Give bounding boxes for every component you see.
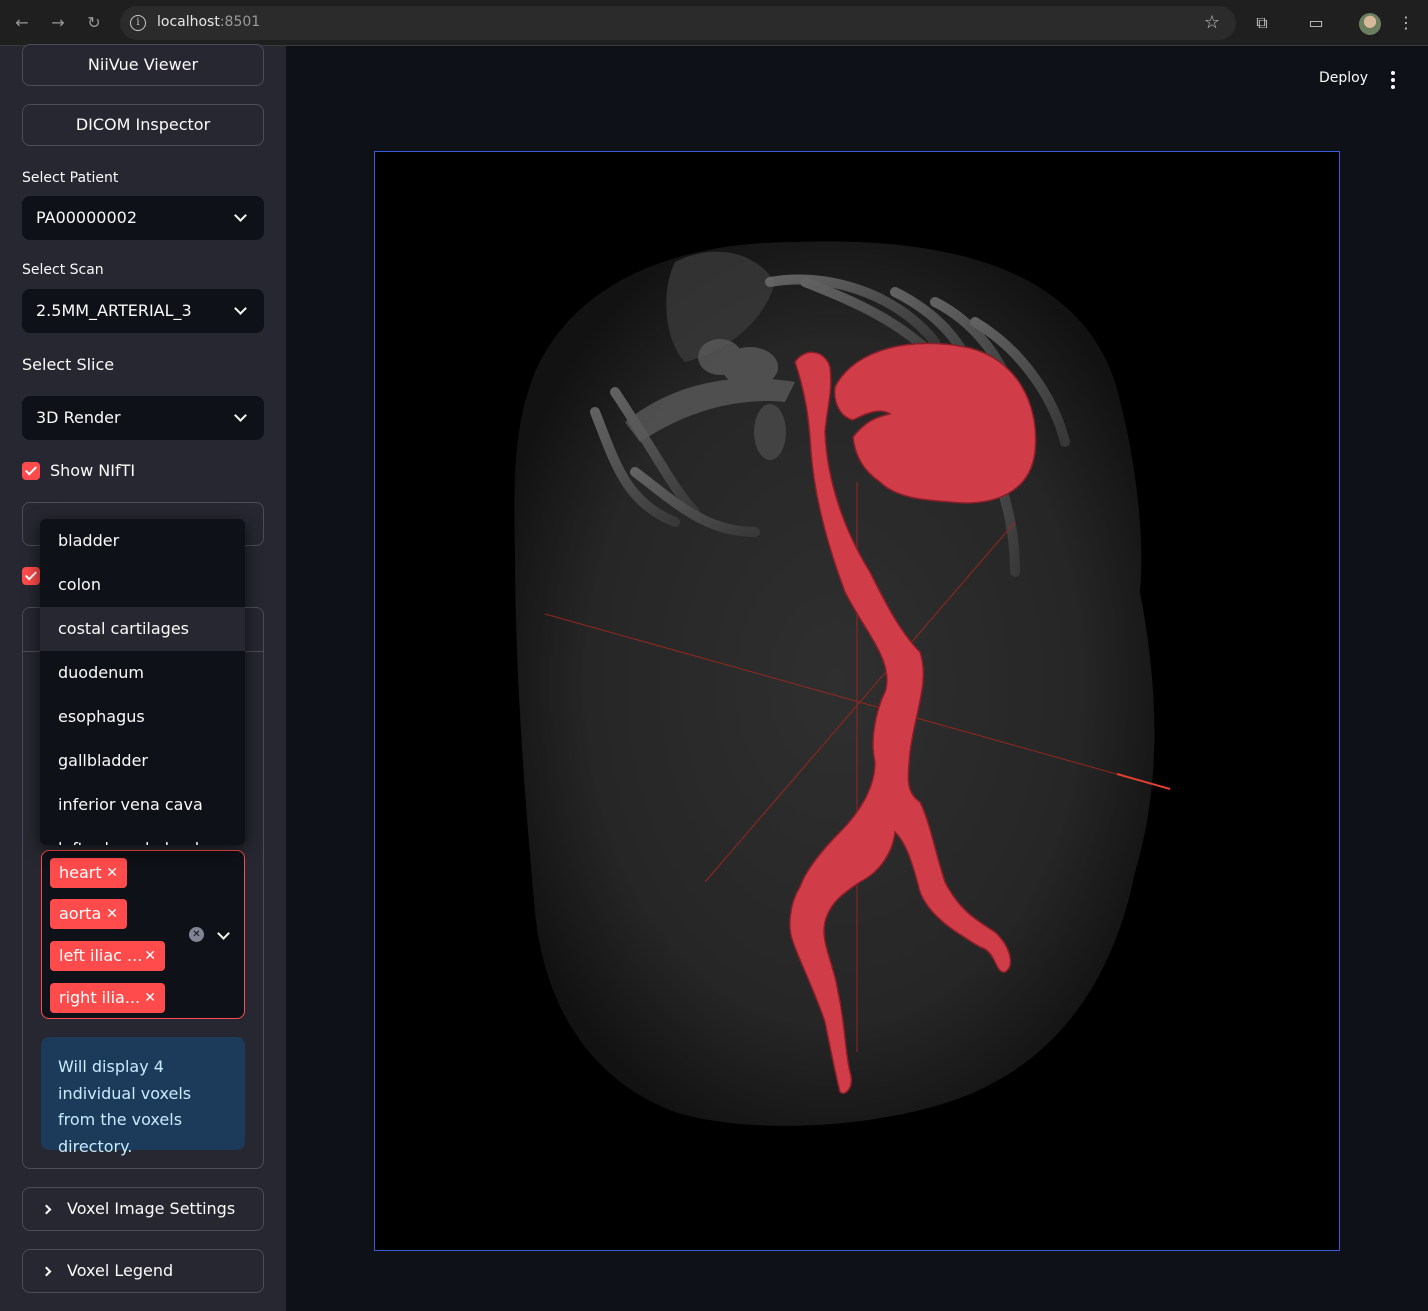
dicom-inspector-button[interactable]: DICOM Inspector <box>22 104 264 146</box>
expander-title: Voxel Legend <box>67 1261 174 1280</box>
voxel-options-dropdown[interactable]: bladder colon costal cartilages duodenum… <box>40 519 245 845</box>
select-scan-label: Select Scan <box>22 262 104 278</box>
browser-toolbar: ← → ↻ i localhost:8501 ☆ ⧉ ▭ ⋮ <box>0 0 1428 46</box>
tag-label: aorta <box>59 904 102 923</box>
selected-tag: right ilia... ✕ <box>50 983 165 1013</box>
clear-all-icon[interactable]: ✕ <box>189 927 204 942</box>
info-alert-text: Will display 4 individual voxels from th… <box>58 1057 192 1156</box>
selected-tag: heart ✕ <box>50 858 127 888</box>
chevron-down-icon <box>234 302 247 315</box>
cast-search-icon[interactable]: ▭ <box>1304 11 1328 35</box>
dropdown-option[interactable]: inferior vena cava <box>40 783 245 827</box>
show-nifti-checkbox[interactable] <box>22 462 40 480</box>
slice-select-value: 3D Render <box>36 408 121 427</box>
dropdown-option[interactable]: colon <box>40 563 245 607</box>
remove-tag-icon[interactable]: ✕ <box>106 858 118 888</box>
tag-label: right ilia... <box>59 988 141 1007</box>
remove-tag-icon[interactable]: ✕ <box>144 941 156 971</box>
deploy-button[interactable]: Deploy <box>1319 70 1368 86</box>
patient-select[interactable]: PA00000002 <box>22 196 264 240</box>
voxel-legend-expander[interactable]: Voxel Legend <box>22 1249 264 1293</box>
info-alert: Will display 4 individual voxels from th… <box>41 1037 245 1156</box>
remove-tag-icon[interactable]: ✕ <box>144 983 156 1013</box>
site-info-icon[interactable]: i <box>130 15 146 31</box>
dropdown-option-highlighted[interactable]: costal cartilages <box>40 607 245 651</box>
chevron-down-icon <box>234 409 247 422</box>
main-menu-icon[interactable] <box>1389 71 1397 89</box>
address-bar[interactable]: i localhost:8501 ☆ <box>120 6 1236 40</box>
forward-arrow-icon[interactable]: → <box>47 12 69 34</box>
show-nifti-label: Show NIfTI <box>50 461 136 480</box>
select-patient-label: Select Patient <box>22 170 119 186</box>
remove-tag-icon[interactable]: ✕ <box>106 899 118 929</box>
selected-tag: aorta ✕ <box>50 899 127 929</box>
tag-label: heart <box>59 863 102 882</box>
dropdown-option[interactable]: duodenum <box>40 651 245 695</box>
chevron-down-icon <box>234 209 247 222</box>
back-arrow-icon[interactable]: ← <box>11 12 33 34</box>
patient-select-value: PA00000002 <box>36 208 138 227</box>
expander-title: Voxel Image Settings <box>67 1199 236 1218</box>
niivue-viewer-button[interactable]: NiiVue Viewer <box>22 44 264 86</box>
extensions-icon[interactable]: ⧉ <box>1250 11 1274 35</box>
bookmark-star-icon[interactable]: ☆ <box>1204 12 1220 33</box>
tag-label: left iliac ... <box>59 946 143 965</box>
dropdown-option[interactable]: left adrenal gland <box>40 827 245 845</box>
voxel-checkbox[interactable] <box>22 567 40 585</box>
url-text: localhost:8501 <box>157 14 261 30</box>
selected-tag: left iliac ... ✕ <box>50 941 165 971</box>
slice-select[interactable]: 3D Render <box>22 396 264 440</box>
dropdown-option[interactable]: gallbladder <box>40 739 245 783</box>
dropdown-option[interactable]: bladder <box>40 519 245 563</box>
chevron-right-icon <box>41 1266 52 1277</box>
scan-select-value: 2.5MM_ARTERIAL_3 <box>36 301 192 320</box>
select-slice-label: Select Slice <box>22 355 115 374</box>
ct-3d-render <box>514 241 1171 1126</box>
dropdown-option[interactable]: esophagus <box>40 695 245 739</box>
voxel-multiselect[interactable]: heart ✕ aorta ✕ left iliac ... ✕ right i… <box>41 850 245 1019</box>
chevron-down-icon[interactable] <box>217 927 230 940</box>
niivue-canvas[interactable] <box>374 151 1340 1251</box>
chevron-right-icon <box>41 1204 52 1215</box>
browser-menu-icon[interactable]: ⋮ <box>1394 11 1418 35</box>
profile-avatar[interactable] <box>1359 13 1381 35</box>
reload-icon[interactable]: ↻ <box>83 12 105 34</box>
scan-select[interactable]: 2.5MM_ARTERIAL_3 <box>22 289 264 333</box>
voxel-image-settings-expander[interactable]: Voxel Image Settings <box>22 1187 264 1231</box>
